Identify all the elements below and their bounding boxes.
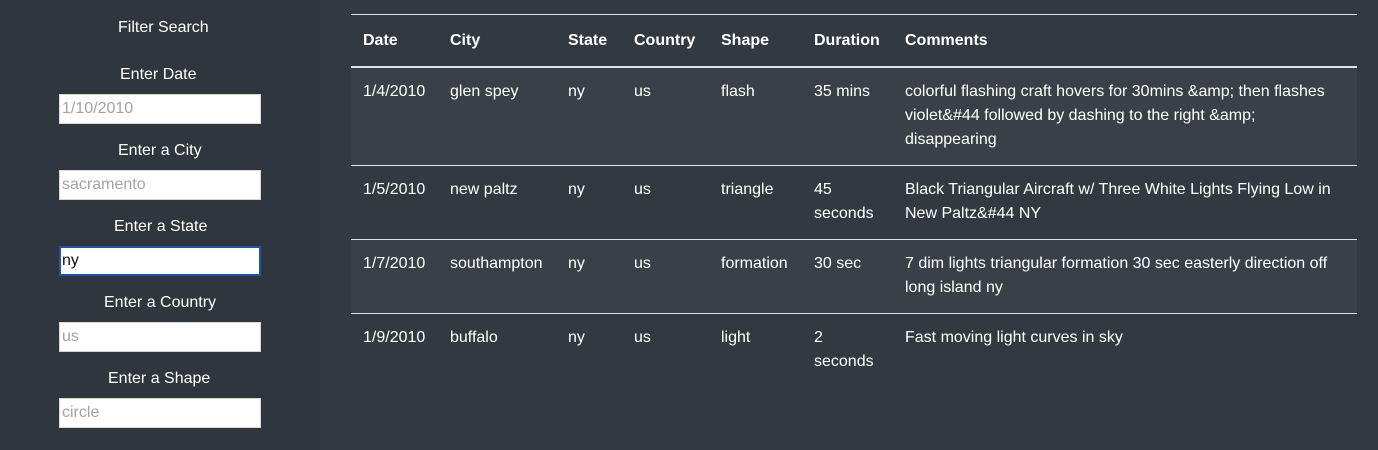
cell-shape: light bbox=[721, 329, 751, 346]
cell-duration: 45 seconds bbox=[802, 165, 893, 240]
filter-sidebar: Filter Search Enter Date Enter a City En… bbox=[0, 0, 320, 450]
cell-country: us bbox=[634, 329, 651, 346]
cell-country: us bbox=[622, 239, 709, 314]
country-label: Enter a Country bbox=[104, 294, 217, 311]
header-country: Country bbox=[622, 14, 709, 68]
date-label: Enter Date bbox=[120, 66, 197, 83]
cell-state: ny bbox=[568, 329, 585, 346]
cell-date: 1/4/2010 bbox=[351, 67, 438, 166]
header-date: Date bbox=[351, 14, 438, 68]
cell-comments: 7 dim lights triangular formation 30 sec… bbox=[893, 239, 1357, 314]
page: Filter Search Enter Date Enter a City En… bbox=[0, 0, 1378, 450]
state-label: Enter a State bbox=[114, 218, 208, 235]
cell-date: 1/5/2010 bbox=[351, 165, 438, 240]
cell-comments: Black Triangular Aircraft w/ Three White… bbox=[893, 165, 1357, 240]
header-comments: Comments bbox=[893, 14, 1357, 68]
filter-search-heading: Filter Search bbox=[118, 19, 209, 36]
table-row: 1/5/2010 new paltz ny us triangle 45 sec… bbox=[351, 165, 1357, 240]
cell-city: new paltz bbox=[438, 165, 556, 240]
state-input[interactable] bbox=[59, 246, 261, 276]
cell-state: ny bbox=[556, 67, 622, 166]
table-header-row: Date City State Country Shape Duration C… bbox=[351, 14, 1357, 68]
table-row: 1/7/2010 southampton ny us formation 30 … bbox=[351, 239, 1357, 314]
cell-duration: 35 mins bbox=[802, 67, 893, 166]
cell-city: glen spey bbox=[438, 67, 556, 166]
table-row: 1/4/2010 glen spey ny us flash 35 mins c… bbox=[351, 67, 1357, 166]
header-duration: Duration bbox=[802, 14, 893, 68]
cell-state: ny bbox=[556, 239, 622, 314]
header-shape: Shape bbox=[709, 14, 802, 68]
shape-input[interactable] bbox=[59, 398, 261, 428]
cell-duration: 30 sec bbox=[802, 239, 893, 314]
shape-label: Enter a Shape bbox=[108, 370, 211, 387]
cell-duration: 2 seconds bbox=[814, 329, 874, 370]
ufo-table-container: Date City State Country Shape Duration C… bbox=[351, 14, 1357, 387]
date-input[interactable] bbox=[59, 94, 261, 124]
cell-country: us bbox=[622, 165, 709, 240]
header-city: City bbox=[438, 14, 556, 68]
cell-shape: triangle bbox=[709, 165, 802, 240]
cell-city: southampton bbox=[438, 239, 556, 314]
ufo-sightings-table: Date City State Country Shape Duration C… bbox=[351, 14, 1357, 387]
cell-shape: formation bbox=[709, 239, 802, 314]
cell-date: 1/7/2010 bbox=[351, 239, 438, 314]
cell-comments: Fast moving light curves in sky bbox=[905, 329, 1123, 346]
country-input[interactable] bbox=[59, 322, 261, 352]
city-input[interactable] bbox=[59, 170, 261, 200]
table-row: 1/9/2010 buffalo ny us light 2 seconds F… bbox=[351, 313, 1357, 387]
cell-city: buffalo bbox=[450, 329, 498, 346]
cell-comments: colorful flashing craft hovers for 30min… bbox=[893, 67, 1357, 166]
cell-date: 1/9/2010 bbox=[363, 329, 426, 346]
city-label: Enter a City bbox=[118, 142, 202, 159]
cell-country: us bbox=[622, 67, 709, 166]
cell-state: ny bbox=[556, 165, 622, 240]
cell-shape: flash bbox=[709, 67, 802, 166]
header-state: State bbox=[556, 14, 622, 68]
